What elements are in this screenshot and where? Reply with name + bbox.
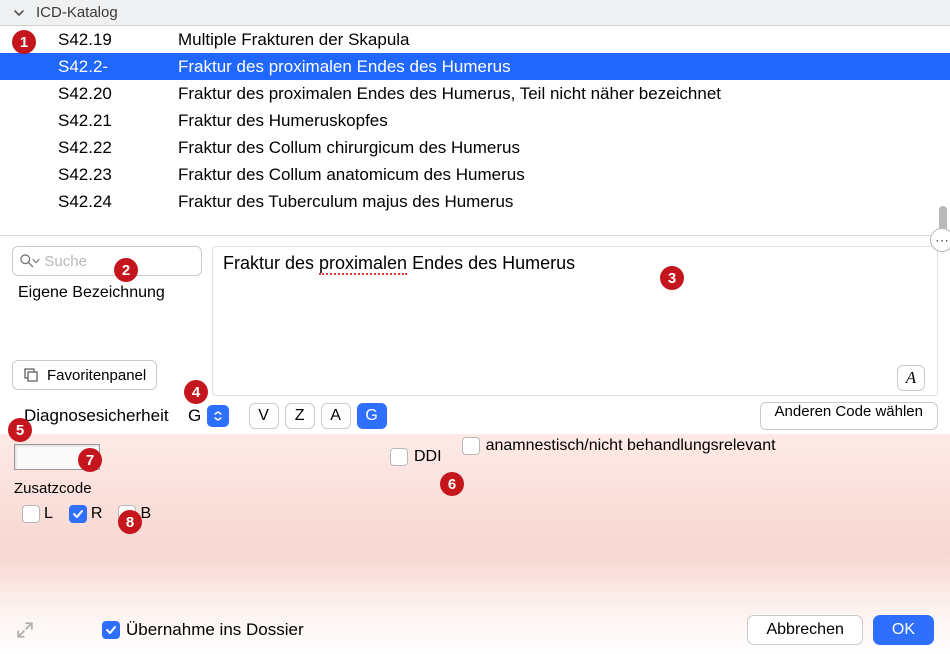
laterality-b-label: B bbox=[140, 505, 151, 523]
icd-list[interactable]: S42.19Multiple Frakturen der SkapulaS42.… bbox=[0, 26, 950, 236]
description-text-after: Endes des Humerus bbox=[407, 253, 575, 273]
search-field-wrap[interactable] bbox=[12, 246, 202, 276]
favorites-panel-button[interactable]: Favoritenpanel bbox=[12, 360, 157, 390]
annotation-badge-8: 8 bbox=[118, 510, 142, 534]
certainty-option-a[interactable]: A bbox=[321, 403, 351, 429]
zusatzcode-label: Zusatzcode bbox=[14, 480, 938, 497]
dossier-label: Übernahme ins Dossier bbox=[126, 620, 304, 640]
icd-list-row[interactable]: S42.22Fraktur des Collum chirurgicum des… bbox=[0, 134, 950, 161]
catalog-title: ICD-Katalog bbox=[36, 4, 118, 21]
icd-code: S42.19 bbox=[58, 30, 178, 50]
icd-description: Multiple Frakturen der Skapula bbox=[178, 30, 950, 50]
icd-code: S42.23 bbox=[58, 165, 178, 185]
annotation-badge-4: 4 bbox=[184, 380, 208, 404]
cancel-button[interactable]: Abbrechen bbox=[747, 615, 862, 645]
ddi-checkbox-wrap[interactable]: DDI bbox=[390, 448, 442, 466]
dropdown-chevron-icon[interactable] bbox=[207, 405, 229, 427]
diagnosis-certainty-dropdown[interactable]: G bbox=[183, 405, 229, 427]
search-chevron-icon bbox=[32, 252, 40, 270]
chevron-down-icon[interactable] bbox=[12, 6, 26, 20]
ddi-checkbox[interactable] bbox=[390, 448, 408, 466]
annotation-badge-1: 1 bbox=[12, 30, 36, 54]
icd-list-row[interactable]: S42.24Fraktur des Tuberculum majus des H… bbox=[0, 188, 950, 215]
choose-other-code-button[interactable]: Anderen Code wählen bbox=[760, 402, 938, 430]
stack-icon bbox=[23, 367, 39, 383]
font-style-button[interactable]: A bbox=[897, 365, 925, 391]
icd-list-row[interactable]: S42.2-Fraktur des proximalen Endes des H… bbox=[0, 53, 950, 80]
icd-code: S42.24 bbox=[58, 192, 178, 212]
certainty-option-g[interactable]: G bbox=[357, 403, 387, 429]
icd-description: Fraktur des Humeruskopfes bbox=[178, 111, 950, 131]
certainty-option-z[interactable]: Z bbox=[285, 403, 315, 429]
icd-list-row[interactable]: S42.21Fraktur des Humeruskopfes bbox=[0, 107, 950, 134]
own-designation-label: Eigene Bezeichnung bbox=[12, 284, 165, 302]
icd-description: Fraktur des Collum chirurgicum des Humer… bbox=[178, 138, 950, 158]
annotation-badge-5: 5 bbox=[8, 418, 32, 442]
icd-code: S42.22 bbox=[58, 138, 178, 158]
laterality-r-label: R bbox=[91, 505, 103, 523]
icd-list-row[interactable]: S42.20Fraktur des proximalen Endes des H… bbox=[0, 80, 950, 107]
icd-description: Fraktur des proximalen Endes des Humerus bbox=[178, 57, 950, 77]
description-textarea[interactable]: Fraktur des proximalen Endes des Humerus… bbox=[212, 246, 938, 396]
certainty-option-v[interactable]: V bbox=[249, 403, 279, 429]
dossier-checkbox[interactable] bbox=[102, 621, 120, 639]
description-text-before: Fraktur des bbox=[223, 253, 319, 273]
laterality-r-checkbox[interactable] bbox=[69, 505, 87, 523]
annotation-badge-6: 6 bbox=[440, 472, 464, 496]
expand-icon[interactable] bbox=[16, 621, 34, 639]
icd-description: Fraktur des Collum anatomicum des Humeru… bbox=[178, 165, 950, 185]
icd-list-row[interactable]: S42.23Fraktur des Collum anatomicum des … bbox=[0, 161, 950, 188]
laterality-l-wrap[interactable]: L bbox=[22, 505, 53, 523]
laterality-l-checkbox[interactable] bbox=[22, 505, 40, 523]
laterality-l-label: L bbox=[44, 505, 53, 523]
icd-description: Fraktur des Tuberculum majus des Humerus bbox=[178, 192, 950, 212]
diagnosis-certainty-value: G bbox=[183, 406, 207, 426]
icd-code: S42.2- bbox=[58, 57, 178, 77]
catalog-titlebar: ICD-Katalog bbox=[0, 0, 950, 26]
diagnosis-certainty-label: Diagnosesicherheit bbox=[24, 406, 169, 426]
annotation-badge-2: 2 bbox=[114, 258, 138, 282]
annotation-badge-7: 7 bbox=[78, 448, 102, 472]
favorites-panel-label: Favoritenpanel bbox=[47, 367, 146, 384]
dossier-checkbox-wrap[interactable]: Übernahme ins Dossier bbox=[102, 620, 304, 640]
ddi-label: DDI bbox=[414, 448, 442, 466]
anamnestic-checkbox[interactable] bbox=[462, 437, 480, 455]
more-icon[interactable]: ⋯ bbox=[930, 228, 950, 252]
description-text-spell: proximalen bbox=[319, 253, 407, 275]
icd-code: S42.20 bbox=[58, 84, 178, 104]
icd-list-row[interactable]: S42.19Multiple Frakturen der Skapula bbox=[0, 26, 950, 53]
ok-button[interactable]: OK bbox=[873, 615, 934, 645]
anamnestic-label: anamnestisch/nicht behandlungsrelevant bbox=[486, 437, 776, 455]
laterality-r-wrap[interactable]: R bbox=[69, 505, 103, 523]
anamnestic-checkbox-wrap[interactable]: anamnestisch/nicht behandlungsrelevant bbox=[462, 437, 776, 455]
icd-description: Fraktur des proximalen Endes des Humerus… bbox=[178, 84, 950, 104]
icd-code: S42.21 bbox=[58, 111, 178, 131]
annotation-badge-3: 3 bbox=[660, 266, 684, 290]
